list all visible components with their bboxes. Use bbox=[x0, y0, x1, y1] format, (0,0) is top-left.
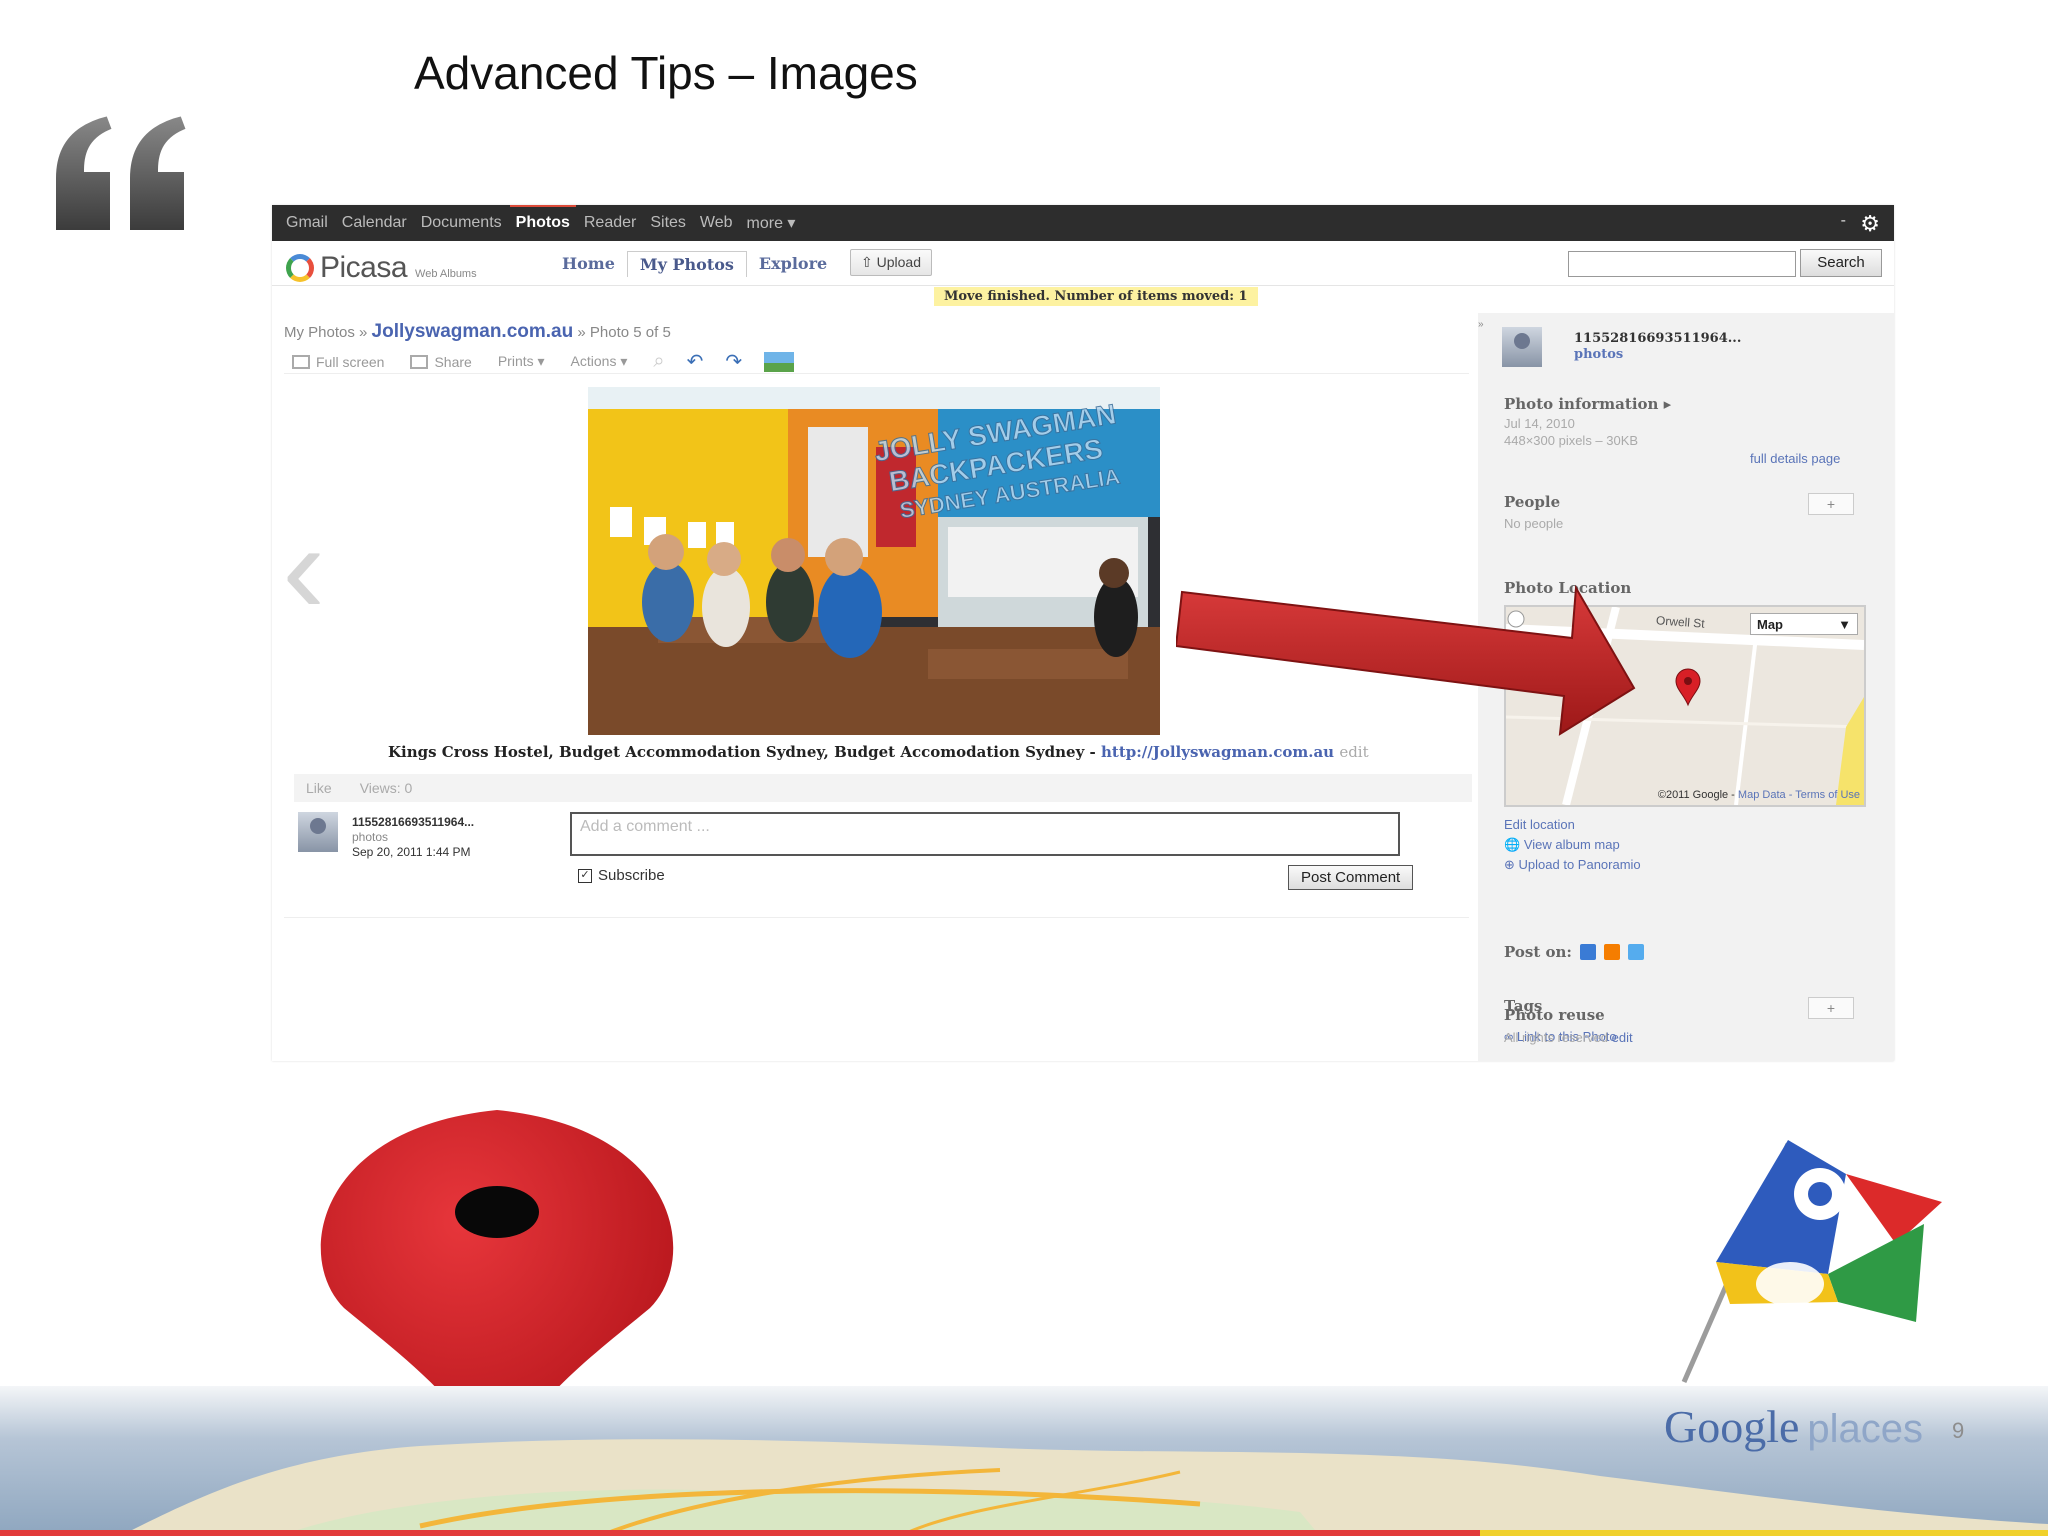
picasa-tabs: Home My Photos Explore bbox=[550, 251, 839, 277]
google-bar: Gmail Calendar Documents Photos Reader S… bbox=[272, 205, 1894, 241]
zoom-icon[interactable]: ⌕ bbox=[653, 350, 664, 373]
hostel-photo[interactable]: JOLLY SWAGMAN BACKPACKERS SYDNEY AUSTRAL… bbox=[588, 387, 1160, 735]
breadcrumb-root[interactable]: My Photos » bbox=[284, 324, 367, 341]
blogger-icon[interactable] bbox=[1603, 944, 1620, 960]
google-places-flag-icon bbox=[1681, 1140, 1942, 1384]
subscribe-checkbox[interactable]: ✓ bbox=[578, 868, 592, 883]
post-comment-button[interactable]: Post Comment bbox=[1288, 865, 1414, 890]
like-button[interactable]: Like bbox=[306, 780, 332, 796]
tab-my-photos[interactable]: My Photos bbox=[626, 251, 747, 277]
gbar-more[interactable]: more ▾ bbox=[747, 213, 796, 233]
picasa-logo-icon bbox=[286, 254, 314, 282]
gbar-dash[interactable]: - bbox=[1841, 212, 1846, 230]
move-notice: Move finished. Number of items moved: 1 bbox=[934, 287, 1258, 306]
people-title: People bbox=[1504, 493, 1561, 511]
picasa-header: Picasa Web Albums Home My Photos Explore… bbox=[272, 241, 1894, 286]
sidebar-avatar[interactable] bbox=[1502, 327, 1542, 367]
prints-menu[interactable]: Prints ▾ bbox=[498, 353, 545, 370]
search-button[interactable]: Search bbox=[1800, 249, 1882, 277]
add-tags-button[interactable]: + bbox=[1808, 997, 1854, 1019]
gear-icon[interactable]: ⚙ bbox=[1860, 211, 1880, 237]
pointer-arrow-icon bbox=[1176, 584, 1636, 736]
full-screen-button[interactable]: Full screen bbox=[292, 354, 384, 370]
gbar-gmail[interactable]: Gmail bbox=[286, 214, 328, 232]
sidebar-user: 11552816693511964... photos bbox=[1574, 331, 1742, 362]
map-copyright: ©2011 Google - Map Data - Terms of Use bbox=[1657, 789, 1860, 801]
globe-icon: 🌐 bbox=[1504, 837, 1521, 852]
add-people-button[interactable]: + bbox=[1808, 493, 1854, 515]
photo-position: » Photo 5 of 5 bbox=[577, 324, 671, 341]
share-button[interactable]: Share bbox=[410, 354, 472, 370]
gbar-documents[interactable]: Documents bbox=[421, 214, 502, 232]
prev-arrow-icon[interactable]: ‹ bbox=[282, 503, 325, 633]
divider bbox=[284, 917, 1469, 918]
photo-date: Jul 14, 2010 bbox=[1504, 416, 1575, 431]
slide-title: Advanced Tips – Images bbox=[414, 47, 918, 99]
map-data-link[interactable]: Map Data bbox=[1738, 789, 1786, 801]
photo-size: 448×300 pixels – 30KB bbox=[1504, 433, 1639, 448]
search-input[interactable] bbox=[1568, 251, 1796, 277]
share-icon bbox=[410, 354, 429, 369]
divider bbox=[284, 373, 1469, 374]
google-places-logo: Google places bbox=[1664, 1401, 1924, 1452]
page-number: 9 bbox=[1952, 1418, 1965, 1443]
photo-caption: Kings Cross Hostel, Budget Accommodation… bbox=[388, 743, 1369, 761]
subscribe-option[interactable]: ✓ Subscribe bbox=[578, 867, 665, 884]
edit-location-link[interactable]: Edit location bbox=[1504, 817, 1575, 832]
panoramio-icon: ⊕ bbox=[1504, 857, 1515, 872]
actions-menu[interactable]: Actions ▾ bbox=[571, 353, 628, 370]
gbar-photos[interactable]: Photos bbox=[509, 205, 577, 232]
view-album-map-link[interactable]: 🌐 View album map bbox=[1504, 837, 1620, 853]
breadcrumb-album[interactable]: Jollyswagman.com.au bbox=[372, 321, 574, 342]
caption-edit-link[interactable]: edit bbox=[1339, 743, 1368, 761]
twitter-icon[interactable] bbox=[1627, 944, 1644, 960]
reuse-edit-link[interactable]: edit bbox=[1612, 1030, 1633, 1045]
picasa-logo[interactable]: Picasa Web Albums bbox=[286, 249, 477, 285]
photo-toolbar: Full screen Share Prints ▾ Actions ▾ ⌕ ↶… bbox=[292, 349, 795, 374]
photo-reuse: All rights reserved edit bbox=[1504, 1030, 1633, 1045]
map-marker-icon[interactable] bbox=[1674, 667, 1702, 707]
photo-reuse-title: Photo reuse bbox=[1504, 1006, 1605, 1024]
comment-input[interactable]: Add a comment ... bbox=[570, 812, 1400, 856]
picasa-screenshot: Gmail Calendar Documents Photos Reader S… bbox=[272, 205, 1894, 1061]
post-on: Post on: bbox=[1504, 943, 1644, 961]
photo-info-title[interactable]: Photo information ▸ bbox=[1504, 395, 1671, 413]
like-bar: Like Views: 0 bbox=[294, 774, 1472, 802]
tab-explore[interactable]: Explore bbox=[747, 251, 839, 277]
gbar-sites[interactable]: Sites bbox=[650, 214, 686, 232]
buzz-icon[interactable] bbox=[1579, 944, 1596, 960]
comment-user: 11552816693511964... photos Sep 20, 2011… bbox=[352, 815, 475, 859]
full-details-link[interactable]: full details page bbox=[1750, 451, 1840, 466]
rotate-right-icon[interactable]: ↷ bbox=[725, 349, 742, 374]
quote-icon bbox=[52, 111, 191, 234]
caption-link[interactable]: http://Jollyswagman.com.au bbox=[1101, 743, 1334, 761]
tab-home[interactable]: Home bbox=[550, 251, 627, 277]
rotate-left-icon[interactable]: ↶ bbox=[687, 349, 704, 374]
collapse-icon[interactable]: » bbox=[1478, 319, 1484, 330]
map-type-select[interactable]: Map ▼ bbox=[1750, 613, 1858, 635]
avatar[interactable] bbox=[298, 812, 338, 852]
people-value: No people bbox=[1504, 516, 1564, 531]
breadcrumb: My Photos » Jollyswagman.com.au » Photo … bbox=[284, 321, 671, 343]
gbar-calendar[interactable]: Calendar bbox=[342, 214, 407, 232]
full-screen-icon bbox=[292, 354, 310, 369]
upload-button[interactable]: ⇧ Upload bbox=[850, 249, 932, 276]
gbar-reader[interactable]: Reader bbox=[584, 214, 636, 232]
terms-link[interactable]: - Terms of Use bbox=[1789, 789, 1860, 801]
upload-panoramio-link[interactable]: ⊕ Upload to Panoramio bbox=[1504, 857, 1641, 873]
gbar-web[interactable]: Web bbox=[700, 214, 733, 232]
slideshow-icon[interactable] bbox=[764, 351, 795, 372]
views-count: Views: 0 bbox=[359, 780, 413, 796]
